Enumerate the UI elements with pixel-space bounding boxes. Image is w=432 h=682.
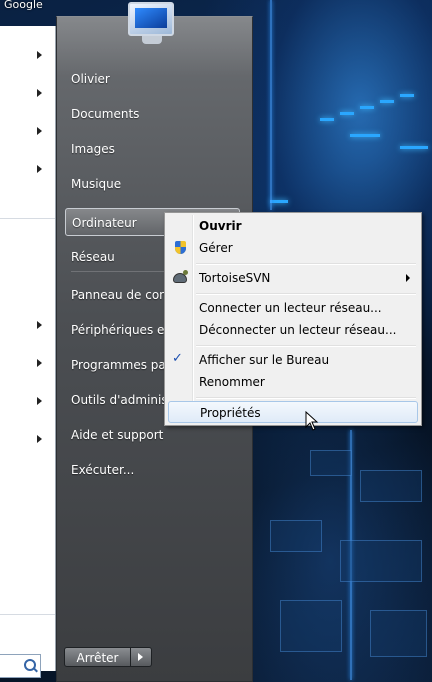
divider <box>196 293 416 294</box>
jumplist-arrow-icon[interactable] <box>37 127 42 135</box>
jumplist-arrow-icon[interactable] <box>37 321 42 329</box>
divider <box>196 345 416 346</box>
context-item-disconnect-drive[interactable]: Déconnecter un lecteur réseau... <box>168 319 418 341</box>
jumplist-arrow-icon[interactable] <box>37 165 42 173</box>
jumplist-arrow-icon[interactable] <box>37 359 42 367</box>
google-icon-label: Google <box>4 0 43 11</box>
divider <box>0 614 55 615</box>
checkmark-icon: ✓ <box>172 351 183 366</box>
context-menu: Ouvrir Gérer TortoiseSVN Connecter un le… <box>164 212 422 426</box>
jumplist-arrow-icon[interactable] <box>37 51 42 59</box>
context-item-show-on-desktop[interactable]: ✓ Afficher sur le Bureau <box>168 349 418 371</box>
search-icon <box>24 659 36 671</box>
uac-shield-icon <box>172 240 188 256</box>
jumplist-arrow-icon[interactable] <box>37 435 42 443</box>
jumplist-arrow-icon[interactable] <box>37 89 42 97</box>
divider <box>0 218 55 219</box>
menu-item-user[interactable]: Olivier <box>65 65 240 93</box>
shutdown-button[interactable]: Arrêter <box>64 647 131 667</box>
jumplist-arrow-icon[interactable] <box>37 397 42 405</box>
context-item-properties[interactable]: Propriétés <box>168 401 418 423</box>
context-item-tortoisesvn[interactable]: TortoiseSVN <box>168 267 418 289</box>
tortoisesvn-icon <box>172 270 188 286</box>
context-item-map-drive[interactable]: Connecter un lecteur réseau... <box>168 297 418 319</box>
menu-item-images[interactable]: Images <box>65 135 240 163</box>
submenu-arrow-icon <box>406 274 410 282</box>
divider <box>196 397 416 398</box>
shutdown-options-button[interactable] <box>131 647 152 667</box>
context-item-open[interactable]: Ouvrir <box>168 215 418 237</box>
menu-item-music[interactable]: Musique <box>65 170 240 198</box>
user-picture-icon[interactable] <box>122 0 182 50</box>
menu-item-run[interactable]: Exécuter... <box>65 456 240 484</box>
search-input[interactable] <box>0 654 41 678</box>
programs-pane <box>0 26 56 678</box>
context-item-rename[interactable]: Renommer <box>168 371 418 393</box>
chevron-right-icon <box>138 653 143 661</box>
divider <box>196 263 416 264</box>
menu-item-documents[interactable]: Documents <box>65 100 240 128</box>
context-item-manage[interactable]: Gérer <box>168 237 418 259</box>
